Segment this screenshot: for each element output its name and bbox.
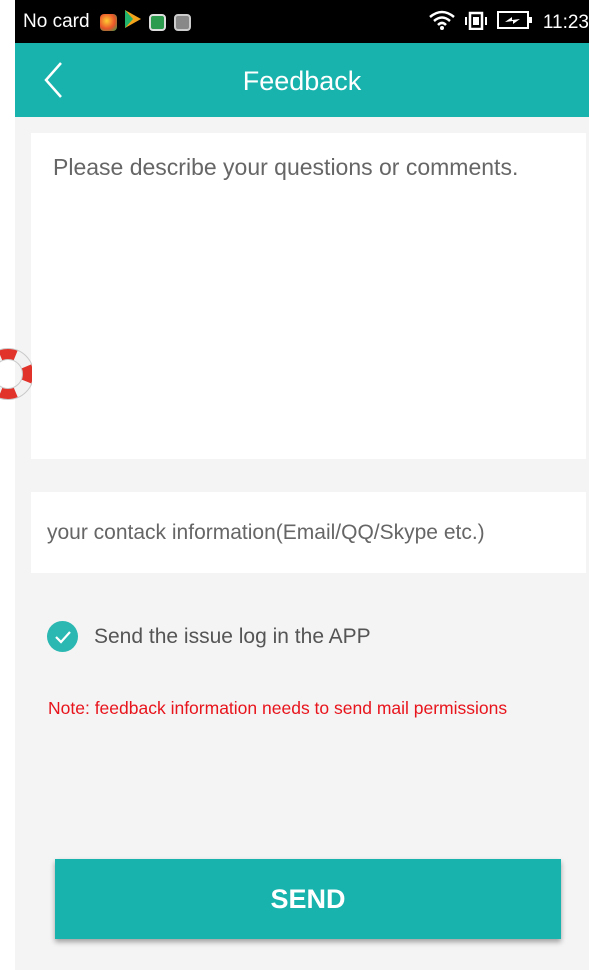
send-log-label: Send the issue log in the APP xyxy=(94,624,371,648)
description-textarea[interactable] xyxy=(31,133,586,459)
carrier-label: No card xyxy=(23,11,90,32)
contact-input[interactable] xyxy=(31,492,586,573)
clock: 11:23 xyxy=(542,12,589,33)
send-button[interactable]: SEND xyxy=(55,859,561,939)
status-left: No card xyxy=(23,10,199,34)
feedback-screen: No card 11:23 Feedback Please describe y… xyxy=(15,0,589,970)
lifebuoy-icon[interactable] xyxy=(0,346,32,402)
permission-note: Note: feedback information needs to send… xyxy=(48,698,508,718)
app-header: Feedback xyxy=(15,43,589,117)
status-right: 11:23 xyxy=(419,10,589,36)
send-log-checkbox[interactable] xyxy=(47,621,78,652)
vibrate-icon xyxy=(464,10,487,36)
battery-icon xyxy=(496,10,533,36)
status-bar: No card 11:23 xyxy=(15,0,589,43)
app-icon xyxy=(99,13,117,31)
wifi-icon xyxy=(429,10,455,36)
image-icon xyxy=(173,13,191,31)
contact-container xyxy=(31,492,586,573)
play-store-icon xyxy=(124,10,141,34)
description-container xyxy=(31,133,586,459)
app-icon xyxy=(148,13,166,31)
page-title: Feedback xyxy=(242,66,362,96)
send-log-checkbox-row[interactable]: Send the issue log in the APP xyxy=(47,621,371,652)
checkmark-icon xyxy=(54,630,71,644)
